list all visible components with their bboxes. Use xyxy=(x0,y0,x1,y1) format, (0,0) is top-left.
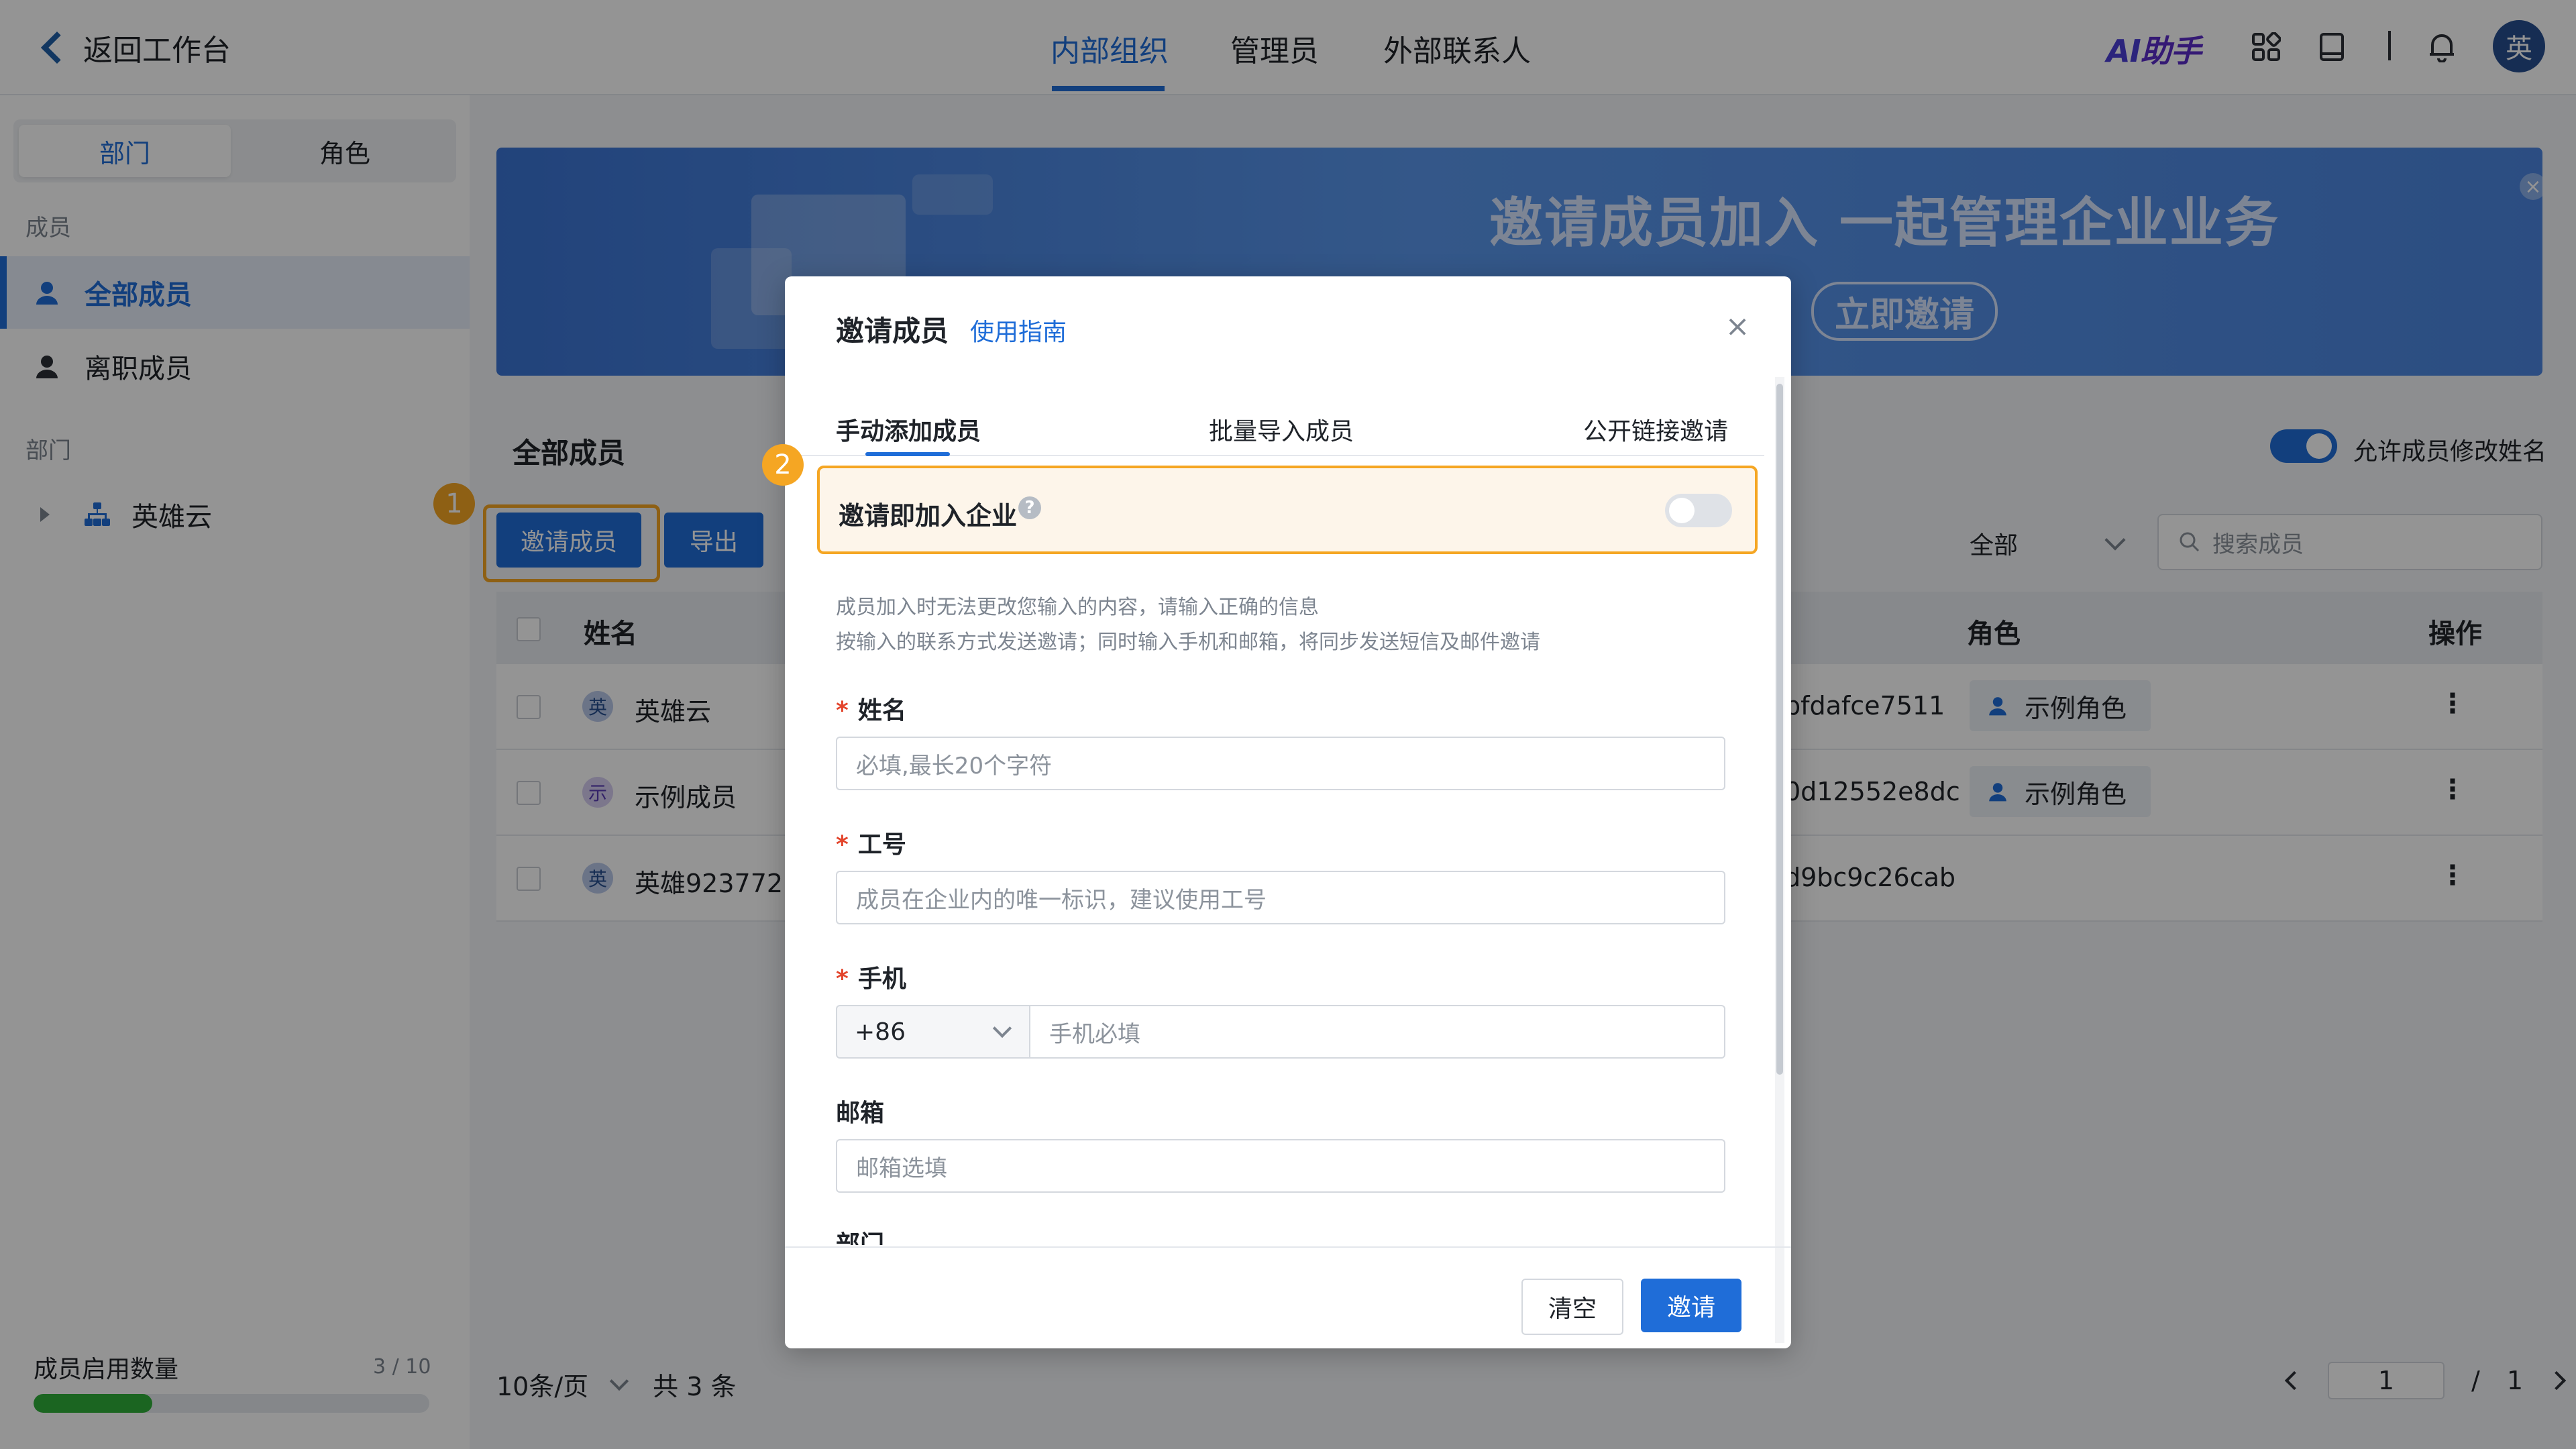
phone-label-text: 手机 xyxy=(857,965,906,993)
footer-divider xyxy=(785,1246,1791,1248)
name-label-text: 姓名 xyxy=(857,697,906,724)
dialog-title: 邀请成员 xyxy=(836,315,949,347)
invite-join-toggle[interactable] xyxy=(1665,494,1732,527)
guide-link[interactable]: 使用指南 xyxy=(970,313,1067,347)
help-icon[interactable]: ? xyxy=(1018,496,1041,519)
required-mark: * xyxy=(836,831,849,859)
name-input[interactable]: 必填,最长20个字符 xyxy=(836,737,1725,790)
hint-text: 成员加入时无法更改您输入的内容，请输入正确的信息 xyxy=(836,596,1319,619)
department-label: 部门 xyxy=(836,1231,885,1245)
active-tab-indicator xyxy=(865,452,950,456)
country-code: +86 xyxy=(855,1018,906,1046)
tab-manual-add[interactable]: 手动添加成员 xyxy=(836,412,981,447)
tab-batch-import[interactable]: 批量导入成员 xyxy=(1209,412,1354,447)
employee-no-label: * 工号 xyxy=(836,825,906,860)
name-placeholder: 必填,最长20个字符 xyxy=(856,752,1053,780)
chevron-down-icon xyxy=(992,1018,1012,1038)
email-placeholder: 邮箱选填 xyxy=(856,1155,947,1182)
phone-placeholder: 手机必填 xyxy=(1049,1020,1140,1048)
invite-join-row: 邀请即加入企业 ? xyxy=(817,466,1758,554)
clear-button[interactable]: 清空 xyxy=(1521,1279,1623,1335)
invite-submit-button[interactable]: 邀请 xyxy=(1641,1279,1741,1332)
required-mark: * xyxy=(836,965,849,993)
employee-no-input[interactable]: 成员在企业内的唯一标识，建议使用工号 xyxy=(836,871,1725,924)
email-input[interactable]: 邮箱选填 xyxy=(836,1139,1725,1193)
invite-join-label: 邀请即加入企业 xyxy=(839,501,1018,531)
step-badge-2: 2 xyxy=(762,444,804,486)
phone-label: * 手机 xyxy=(836,959,906,994)
tab-public-link[interactable]: 公开链接邀请 xyxy=(1583,412,1728,447)
hint-text: 按输入的联系方式发送邀请；同时输入手机和邮箱，将同步发送短信及邮件邀请 xyxy=(836,631,1540,654)
required-mark: * xyxy=(836,697,849,724)
employee-no-label-text: 工号 xyxy=(857,831,906,859)
phone-input[interactable]: 手机必填 xyxy=(1029,1005,1725,1059)
close-icon[interactable]: × xyxy=(1721,309,1754,343)
dialog-scrollbar[interactable] xyxy=(1775,377,1784,1343)
invite-member-dialog: 邀请成员 使用指南 × 手动添加成员 批量导入成员 公开链接邀请 邀请即加入企业… xyxy=(785,276,1791,1348)
employee-no-placeholder: 成员在企业内的唯一标识，建议使用工号 xyxy=(856,886,1267,914)
name-label: * 姓名 xyxy=(836,691,906,726)
email-label: 邮箱 xyxy=(836,1099,885,1127)
country-code-select[interactable]: +86 xyxy=(836,1005,1030,1059)
